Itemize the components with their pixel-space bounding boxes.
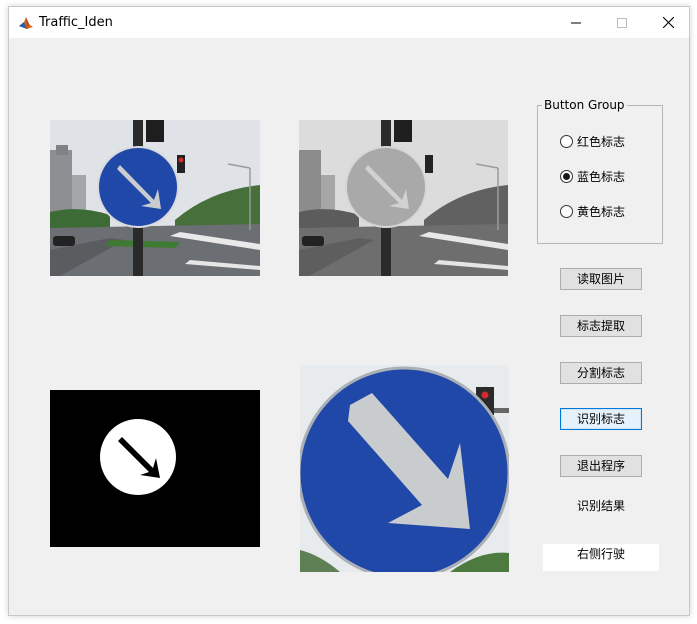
matlab-icon — [18, 15, 34, 31]
read-image-button[interactable]: 读取图片 — [560, 268, 642, 290]
radio-label: 黄色标志 — [577, 205, 626, 219]
recognize-sign-button[interactable]: 识别标志 — [560, 408, 642, 430]
radio-label: 蓝色标志 — [577, 170, 626, 184]
minimize-button[interactable] — [553, 7, 599, 38]
original-image-axes — [50, 120, 260, 276]
radio-circle[interactable] — [560, 205, 573, 218]
segmented-sign-axes — [300, 365, 509, 572]
grayscale-image — [299, 120, 508, 276]
binary-image — [50, 390, 260, 547]
binary-image-axes — [50, 390, 260, 547]
result-output-box: 右侧行驶 — [543, 544, 659, 571]
radio-red-sign[interactable]: 红色标志 — [560, 133, 625, 150]
close-icon — [662, 17, 674, 28]
close-button[interactable] — [645, 7, 691, 38]
radio-blue-sign[interactable]: 蓝色标志 — [560, 168, 625, 185]
original-image — [50, 120, 260, 276]
window-title: Traffic_Iden — [39, 15, 113, 30]
minimize-icon — [571, 22, 581, 23]
radio-yellow-sign[interactable]: 黄色标志 — [560, 203, 625, 220]
result-label: 识别结果 — [576, 499, 625, 513]
radio-circle[interactable] — [560, 170, 573, 183]
app-window: Traffic_Iden Button Group 红色标志 蓝色标志 黄色标志… — [8, 6, 690, 616]
exit-program-button[interactable]: 退出程序 — [560, 455, 642, 477]
maximize-button[interactable] — [599, 7, 645, 38]
radio-label: 红色标志 — [577, 135, 626, 149]
segment-sign-button[interactable]: 分割标志 — [560, 362, 642, 384]
grayscale-image-axes — [299, 120, 508, 276]
radio-circle[interactable] — [560, 135, 573, 148]
extract-sign-button[interactable]: 标志提取 — [560, 315, 642, 337]
title-bar[interactable]: Traffic_Iden — [9, 7, 689, 38]
segmented-sign-image — [300, 365, 509, 572]
maximize-icon — [617, 17, 627, 28]
button-group: Button Group 红色标志 蓝色标志 黄色标志 — [537, 98, 663, 244]
button-group-label: Button Group — [542, 98, 627, 112]
